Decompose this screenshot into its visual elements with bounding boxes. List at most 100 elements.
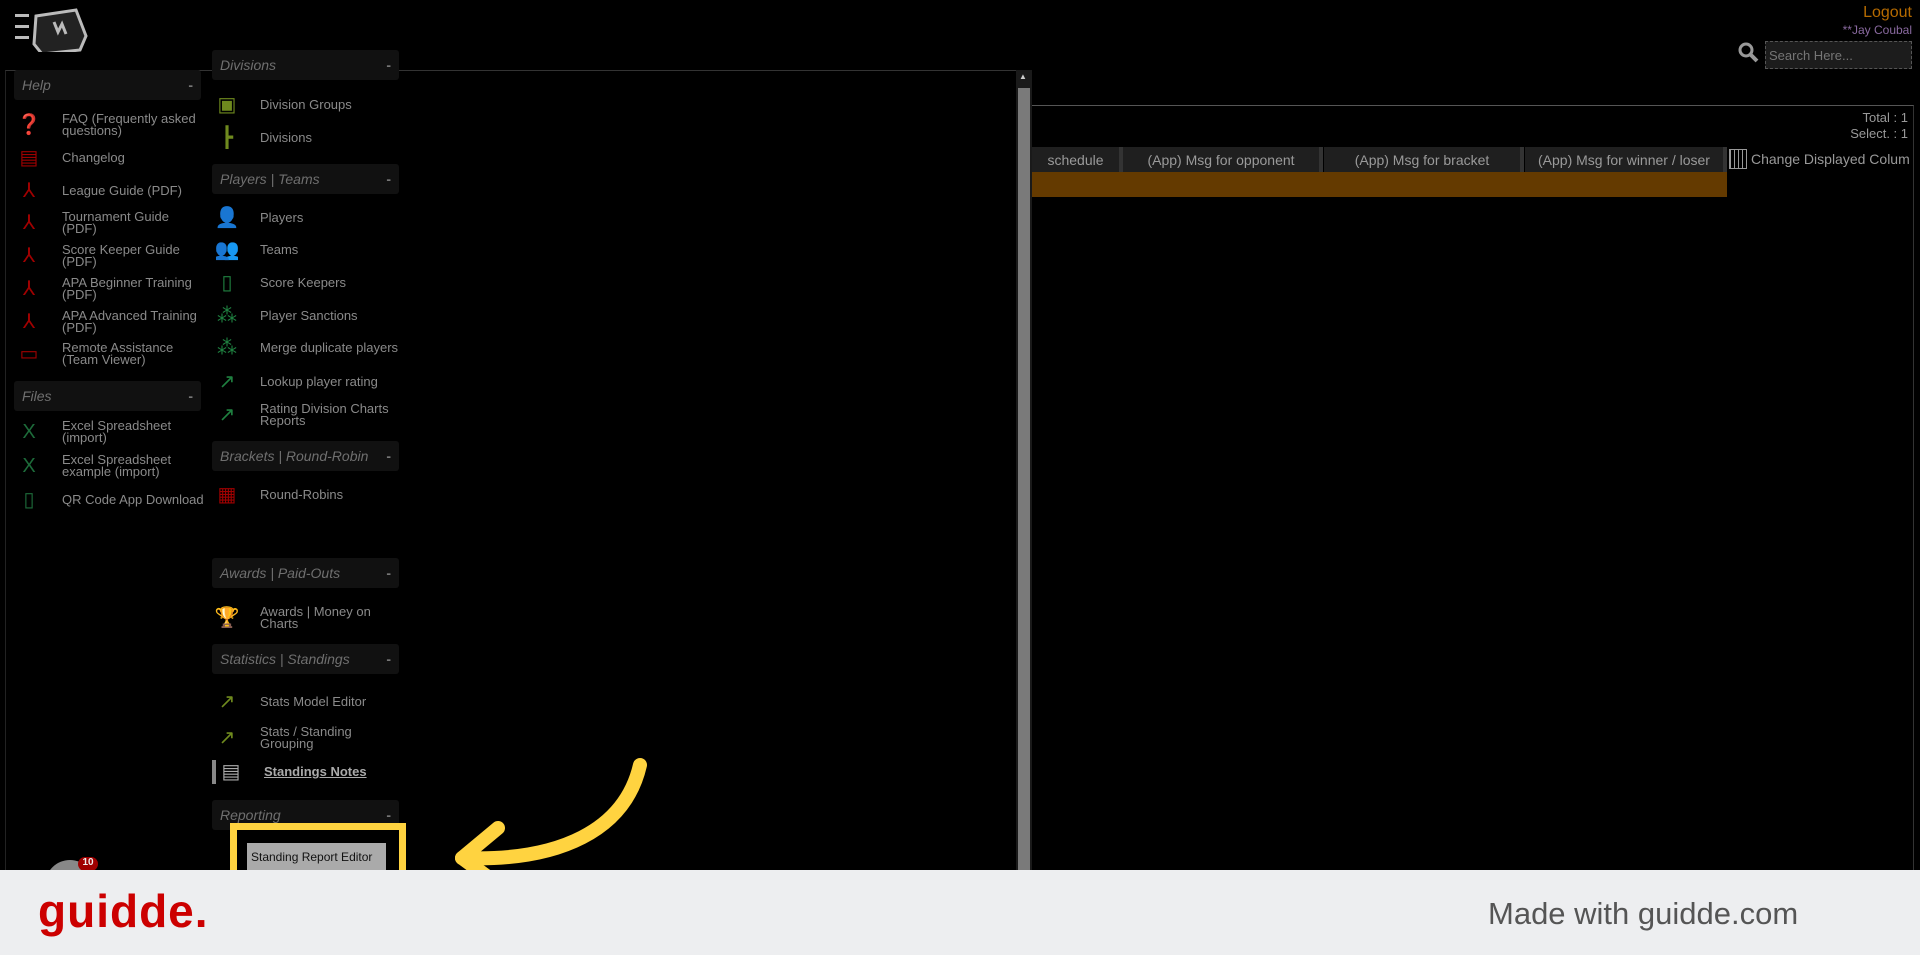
menu-item[interactable]: ┣ Divisions xyxy=(212,126,402,150)
scroll-up-arrow-icon[interactable]: ▲ xyxy=(1019,72,1027,81)
guidde-logo: guidde. xyxy=(38,885,209,937)
menu-item[interactable]: ⅄ APA Beginner Training (PDF) xyxy=(14,276,204,301)
column-header[interactable]: schedule xyxy=(1032,147,1123,172)
collapse-icon[interactable]: - xyxy=(386,57,391,73)
menu-item[interactable]: ↗ Stats Model Editor xyxy=(212,690,402,714)
section-header[interactable]: Players | Teams - xyxy=(212,164,399,194)
menu-item-label: Lookup player rating xyxy=(260,374,378,389)
section-header[interactable]: Help - xyxy=(14,70,201,100)
menu-item-label: Player Sanctions xyxy=(260,308,358,323)
menu-item-label: League Guide (PDF) xyxy=(62,183,182,198)
menu-item[interactable]: 👤 Players xyxy=(212,206,402,230)
divisions-tree-icon: ┣ xyxy=(220,127,234,149)
menu-item-label: Division Groups xyxy=(260,97,352,112)
menu-item-label: FAQ (Frequently asked questions) xyxy=(62,111,196,138)
columns-icon xyxy=(1729,149,1747,169)
notes-icon: ▤ xyxy=(221,761,241,783)
pointer-arrow-icon xyxy=(455,758,647,870)
menu-item-label: Stats Model Editor xyxy=(260,694,367,709)
clipboard-icon: ▯ xyxy=(221,272,233,294)
menu-item[interactable]: ▣ Division Groups xyxy=(212,93,402,117)
section-header[interactable]: Awards | Paid-Outs - xyxy=(212,558,399,588)
section-header[interactable]: Statistics | Standings - xyxy=(212,644,399,674)
standing-report-editor-button[interactable]: Standing Report Editor xyxy=(247,843,386,870)
menu-item[interactable]: 👥 Teams xyxy=(212,238,402,262)
total-count: Total : 1 xyxy=(1862,110,1908,125)
section-title: Reporting xyxy=(220,807,281,823)
pdf-icon: ⅄ xyxy=(22,245,36,267)
section-header[interactable]: Divisions - xyxy=(212,50,399,80)
section-title: Awards | Paid-Outs xyxy=(220,565,341,581)
menu-item[interactable]: ⁂ Player Sanctions xyxy=(212,304,402,328)
excel-icon: X xyxy=(22,421,36,443)
menu-item[interactable]: ⁂ Merge duplicate players xyxy=(212,336,402,360)
menu-item[interactable]: ⅄ Tournament Guide (PDF) xyxy=(14,210,204,235)
menu-item-label: Remote Assistance (Team Viewer) xyxy=(62,340,174,367)
collapse-icon[interactable]: - xyxy=(386,448,391,464)
menu-logo[interactable] xyxy=(14,6,88,56)
change-columns-button[interactable]: Change Displayed Colum xyxy=(1729,149,1910,169)
column-header[interactable]: (App) Msg for winner / loser xyxy=(1525,147,1727,172)
change-columns-label: Change Displayed Colum xyxy=(1751,151,1910,167)
logout-link[interactable]: Logout xyxy=(1863,4,1912,22)
phone-icon: ▯ xyxy=(23,489,35,511)
menu-item[interactable]: X Excel Spreadsheet example (import) xyxy=(14,452,204,479)
remote-screen-icon: ▭ xyxy=(19,343,39,365)
column-header-label: (App) Msg for opponent xyxy=(1147,151,1295,168)
menu-item[interactable]: ▦ Round-Robins xyxy=(212,483,402,507)
group-icon: ⁂ xyxy=(217,337,237,359)
menu-item-label: Score Keepers xyxy=(260,275,346,290)
menu-item-label: Standings Notes xyxy=(264,764,367,779)
section-title: Divisions xyxy=(220,57,277,73)
menu-item[interactable]: ▤ Changelog xyxy=(14,146,204,170)
section-header[interactable]: Brackets | Round-Robin - xyxy=(212,441,399,471)
pdf-icon: ⅄ xyxy=(22,212,36,234)
menu-item[interactable]: ↗ Lookup player rating xyxy=(212,370,402,394)
collapse-icon[interactable]: - xyxy=(386,807,391,823)
menu-item-label: Stats / Standing Grouping xyxy=(260,724,352,751)
menu-item[interactable]: ↗ Stats / Standing Grouping xyxy=(212,724,402,751)
menu-item[interactable]: ❓ FAQ (Frequently asked questions) xyxy=(14,111,204,138)
collapse-icon[interactable]: - xyxy=(386,171,391,187)
section-title: Players | Teams xyxy=(220,171,320,187)
team-icon: 👥 xyxy=(214,239,240,261)
menu-item[interactable]: ▯ QR Code App Download xyxy=(14,488,204,512)
menu-item-label: QR Code App Download xyxy=(62,492,204,507)
menu-item-label: Merge duplicate players xyxy=(260,340,399,355)
collapse-icon[interactable]: - xyxy=(386,651,391,667)
rating-chart-icon: ↗ xyxy=(218,404,236,426)
menu-item[interactable]: ⅄ APA Advanced Training (PDF) xyxy=(14,309,204,334)
menu-item[interactable]: ▯ Score Keepers xyxy=(212,271,402,295)
scrollbar-thumb[interactable] xyxy=(1018,88,1030,870)
column-header-label: (App) Msg for bracket xyxy=(1354,151,1490,168)
menu-item-label: Round-Robins xyxy=(260,487,344,502)
table-row[interactable] xyxy=(1032,172,1727,197)
table-container xyxy=(1032,105,1914,870)
menu-item[interactable]: 🏆 Awards | Money on Charts xyxy=(212,605,402,630)
pdf-icon: ⅄ xyxy=(22,278,36,300)
selected-count: Select. : 1 xyxy=(1850,126,1908,141)
column-header-label: (App) Msg for winner / loser xyxy=(1538,151,1710,168)
stats-icon: ↗ xyxy=(218,691,236,713)
menu-item[interactable]: ⅄ Score Keeper Guide (PDF) xyxy=(14,243,204,268)
pdf-icon: ⅄ xyxy=(22,180,36,202)
guidde-footer: guidde. Made with guidde.com xyxy=(0,870,1920,955)
collapse-icon[interactable]: - xyxy=(386,565,391,581)
column-header[interactable]: (App) Msg for bracket xyxy=(1324,147,1524,172)
collapse-icon[interactable]: - xyxy=(188,77,193,93)
menu-item[interactable]: ▤ Standings Notes xyxy=(212,760,402,784)
menu-item[interactable]: X Excel Spreadsheet (import) xyxy=(14,419,204,444)
menu-item[interactable]: ▭ Remote Assistance (Team Viewer) xyxy=(14,340,204,367)
search-input[interactable] xyxy=(1765,41,1912,69)
made-with-guidde: Made with guidde.com xyxy=(1488,896,1799,931)
menu-item-label: Excel Spreadsheet example (import) xyxy=(62,452,172,479)
collapse-icon[interactable]: - xyxy=(188,388,193,404)
menu-item[interactable]: ↗ Rating Division Charts Reports xyxy=(212,402,402,427)
trophy-icon: 🏆 xyxy=(214,607,240,629)
section-header[interactable]: Files - xyxy=(14,381,201,411)
group-icon: ⁂ xyxy=(217,305,237,327)
menu-item[interactable]: ⅄ League Guide (PDF) xyxy=(14,179,204,203)
document-icon: ▤ xyxy=(19,147,39,169)
column-header[interactable]: (App) Msg for opponent xyxy=(1123,147,1323,172)
search-icon[interactable] xyxy=(1738,42,1760,69)
